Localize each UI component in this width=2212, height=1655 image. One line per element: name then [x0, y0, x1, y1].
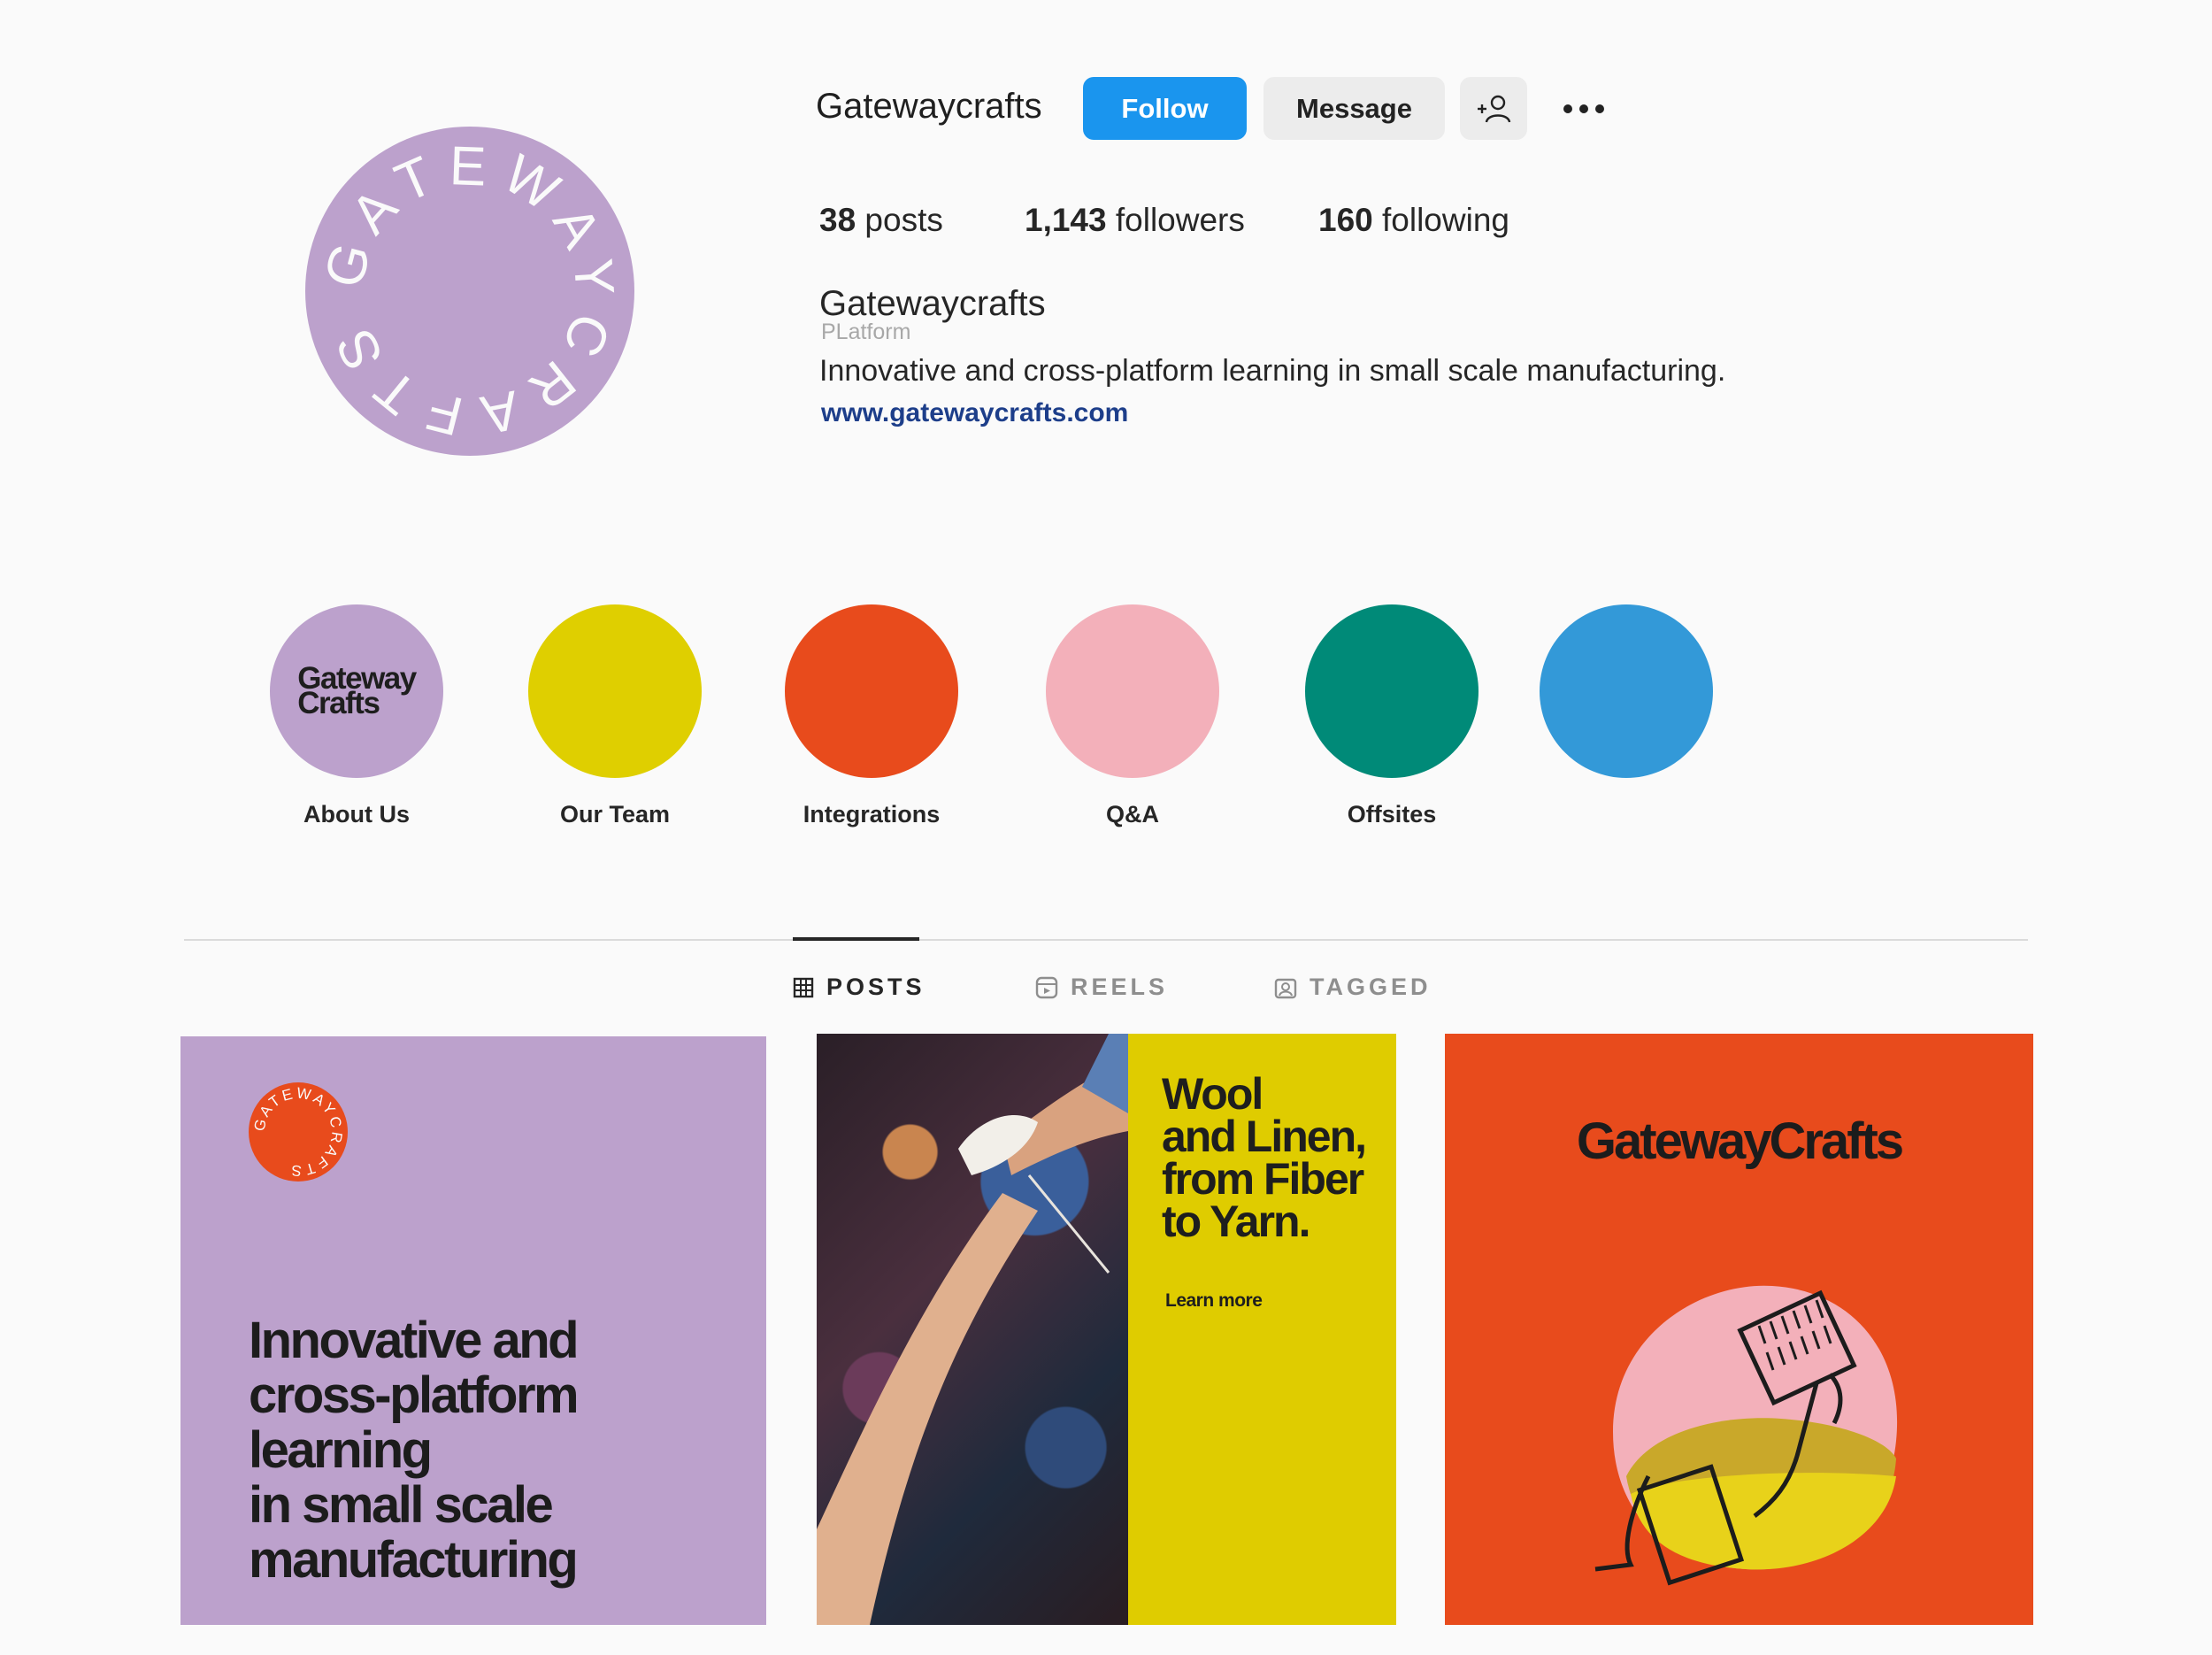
- highlight-cover: [528, 604, 702, 778]
- gateway-crafts-logo: Gateway Crafts: [297, 663, 417, 719]
- post-brand-title: GatewayCrafts: [1576, 1112, 1904, 1170]
- profile-avatar[interactable]: GATEWAYCRAFTS: [305, 127, 634, 456]
- followers-label: followers: [1106, 202, 1245, 238]
- following-stat[interactable]: 160 following: [1318, 197, 1509, 243]
- tabs-divider: [184, 939, 2028, 941]
- following-count: 160: [1318, 202, 1373, 238]
- tab-posts[interactable]: POSTS: [793, 974, 926, 1001]
- headline-line: cross-platform: [249, 1366, 580, 1424]
- profile-category: PLatform: [821, 319, 911, 344]
- highlight-integrations[interactable]: Integrations: [743, 604, 1000, 828]
- learn-more-text: Learn more: [1165, 1290, 1263, 1311]
- highlight-offsites[interactable]: Offsites: [1263, 604, 1520, 828]
- highlight-label: Offsites: [1347, 801, 1437, 828]
- crafts-illustration: [1594, 1285, 1898, 1586]
- headline-line: learning: [249, 1421, 433, 1479]
- post-title: Wool and Linen, from Fiber to Yarn.: [1162, 1069, 1367, 1246]
- posts-label: posts: [856, 202, 943, 238]
- post-tile[interactable]: GatewayCrafts: [1445, 1034, 2033, 1625]
- title-line: Wool: [1162, 1069, 1263, 1119]
- post-headline: Innovative and cross-platform learning i…: [249, 1312, 580, 1589]
- headline-line: Innovative and: [249, 1312, 580, 1369]
- highlight-label: Integrations: [803, 801, 941, 828]
- reels-icon: [1035, 976, 1058, 998]
- highlight-about-us[interactable]: Gateway Crafts About Us: [228, 604, 485, 828]
- highlight-cover: Gateway Crafts: [270, 604, 443, 778]
- tagged-icon: [1274, 978, 1297, 998]
- tab-label: REELS: [1071, 974, 1169, 1000]
- highlight-cover: [1046, 604, 1219, 778]
- title-line: to Yarn.: [1162, 1197, 1310, 1246]
- posts-count: 38: [819, 202, 856, 238]
- more-horizontal-icon: [1563, 104, 1604, 113]
- active-tab-indicator: [793, 937, 919, 941]
- tab-reels[interactable]: REELS: [1035, 974, 1168, 1001]
- followers-count: 1,143: [1025, 202, 1107, 238]
- followers-stat[interactable]: 1,143 followers: [1025, 197, 1245, 243]
- tab-label: POSTS: [826, 974, 926, 1000]
- follow-button[interactable]: Follow: [1083, 77, 1247, 140]
- highlight-label: About Us: [303, 801, 410, 828]
- add-user-button[interactable]: [1460, 77, 1527, 140]
- person-add-icon: [1478, 95, 1511, 122]
- post-tile[interactable]: Wool and Linen, from Fiber to Yarn. Lear…: [817, 1034, 1396, 1625]
- fiber-spinning-photo: [817, 1034, 1128, 1625]
- tab-tagged[interactable]: TAGGED: [1274, 974, 1432, 1001]
- title-line: and Linen,: [1162, 1112, 1367, 1161]
- highlight-untitled[interactable]: [1498, 604, 1755, 801]
- highlight-cover: [785, 604, 958, 778]
- headline-line: manufacturing: [249, 1531, 579, 1589]
- highlight-cover: [1540, 604, 1713, 778]
- profile-username: Gatewaycrafts: [816, 87, 1042, 126]
- profile-bio: Innovative and cross-platform learning i…: [819, 354, 1726, 388]
- highlight-label: Q&A: [1106, 801, 1159, 828]
- headline-line: in small scale: [249, 1476, 554, 1534]
- posts-count-stat: 38 posts: [819, 197, 943, 243]
- post-text-panel: Wool and Linen, from Fiber to Yarn. Lear…: [1128, 1034, 1396, 1625]
- grid-icon: [793, 977, 814, 997]
- highlight-label: Our Team: [559, 801, 671, 828]
- highlight-our-team[interactable]: Our Team: [487, 604, 743, 828]
- highlight-qa[interactable]: Q&A: [1004, 604, 1261, 828]
- more-options-button[interactable]: [1553, 77, 1615, 140]
- hands-illustration: [817, 1034, 1128, 1625]
- profile-website-link[interactable]: www.gatewaycrafts.com: [821, 398, 1128, 428]
- post-tile[interactable]: GATEWAYCRAFTS Innovative and cross-platf…: [180, 1036, 766, 1625]
- gatewaycrafts-badge-logo: GATEWAYCRAFTS: [249, 1082, 348, 1182]
- message-button[interactable]: Message: [1263, 77, 1445, 140]
- title-line: from Fiber: [1162, 1154, 1364, 1204]
- following-label: following: [1372, 202, 1509, 238]
- highlight-cover: [1305, 604, 1479, 778]
- tab-label: TAGGED: [1310, 974, 1432, 1000]
